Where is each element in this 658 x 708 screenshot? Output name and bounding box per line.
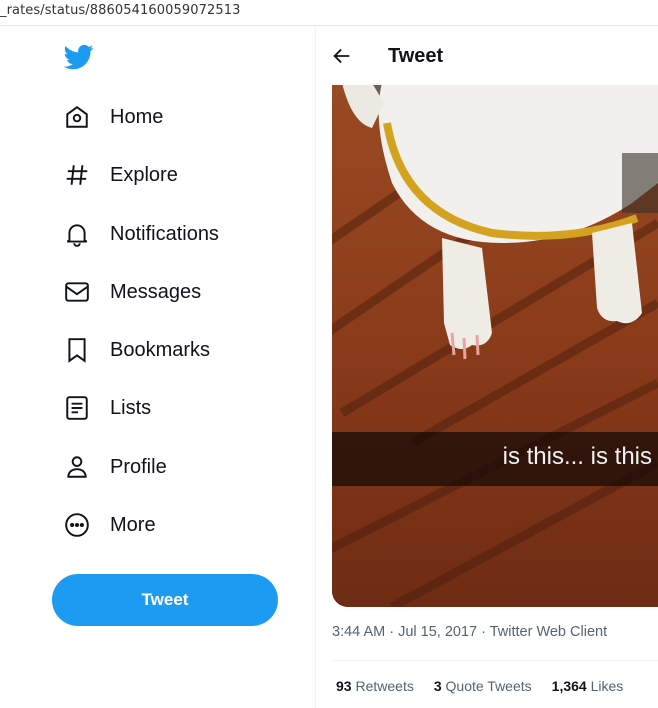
divider [332,660,658,661]
sidebar-item-home[interactable]: Home [52,94,302,140]
list-icon [64,395,90,421]
sidebar-item-explore[interactable]: Explore [52,152,302,198]
hashtag-icon [64,162,90,188]
sidebar-item-label: Notifications [110,222,219,245]
sidebar-item-label: Explore [110,163,178,186]
sidebar-item-label: More [110,513,156,536]
browser-url-bar[interactable]: _rates/status/886054160059072513 [0,0,658,26]
retweets-label: Retweets [355,678,414,694]
sidebar: Home Explore Notifications Messages Book… [0,27,316,708]
quotes-label: Quote Tweets [445,678,532,694]
page-title: Tweet [388,45,444,67]
person-icon [64,454,90,480]
tweet-stats: 93 Retweets 3 Quote Tweets 1,364 Likes [336,678,643,694]
sidebar-item-bookmarks[interactable]: Bookmarks [52,327,302,373]
media-caption: is this... is this [502,443,652,470]
envelope-icon [64,279,90,305]
sidebar-item-label: Home [110,105,164,128]
retweets-stat[interactable]: 93 Retweets [336,678,414,694]
likes-stat[interactable]: 1,364 Likes [552,678,624,694]
bell-icon [64,221,90,247]
sidebar-item-label: Lists [110,396,152,419]
quotes-count: 3 [433,678,442,694]
twitter-bird-icon[interactable] [64,42,94,72]
bookmark-icon [64,337,90,363]
tweet-detail-column: is this... is this Tweet 3:44 AM · Jul 1… [317,27,658,708]
tweet-button[interactable]: Tweet [52,574,278,626]
sidebar-item-notifications[interactable]: Notifications [52,211,302,257]
tweet-timestamp-source[interactable]: 3:44 AM · Jul 15, 2017 · Twitter Web Cli… [332,624,607,640]
sidebar-item-label: Profile [110,455,167,478]
sidebar-item-label: Messages [110,280,202,303]
tweet-header: Tweet [317,27,658,85]
sidebar-item-messages[interactable]: Messages [52,269,302,315]
dog-photo [332,83,658,607]
home-icon [64,104,90,130]
tweet-media-image[interactable]: is this... is this [332,83,658,607]
quote-tweets-stat[interactable]: 3 Quote Tweets [434,678,532,694]
sidebar-item-lists[interactable]: Lists [52,385,302,431]
sidebar-item-more[interactable]: More [52,502,302,548]
sidebar-item-profile[interactable]: Profile [52,444,302,490]
more-circle-icon [64,512,90,538]
likes-label: Likes [590,678,624,694]
sidebar-item-label: Bookmarks [110,338,211,361]
retweets-count: 93 [336,678,352,694]
back-arrow-icon[interactable] [331,45,353,67]
likes-count: 1,364 [551,678,587,694]
url-text: _rates/status/886054160059072513 [0,3,241,18]
